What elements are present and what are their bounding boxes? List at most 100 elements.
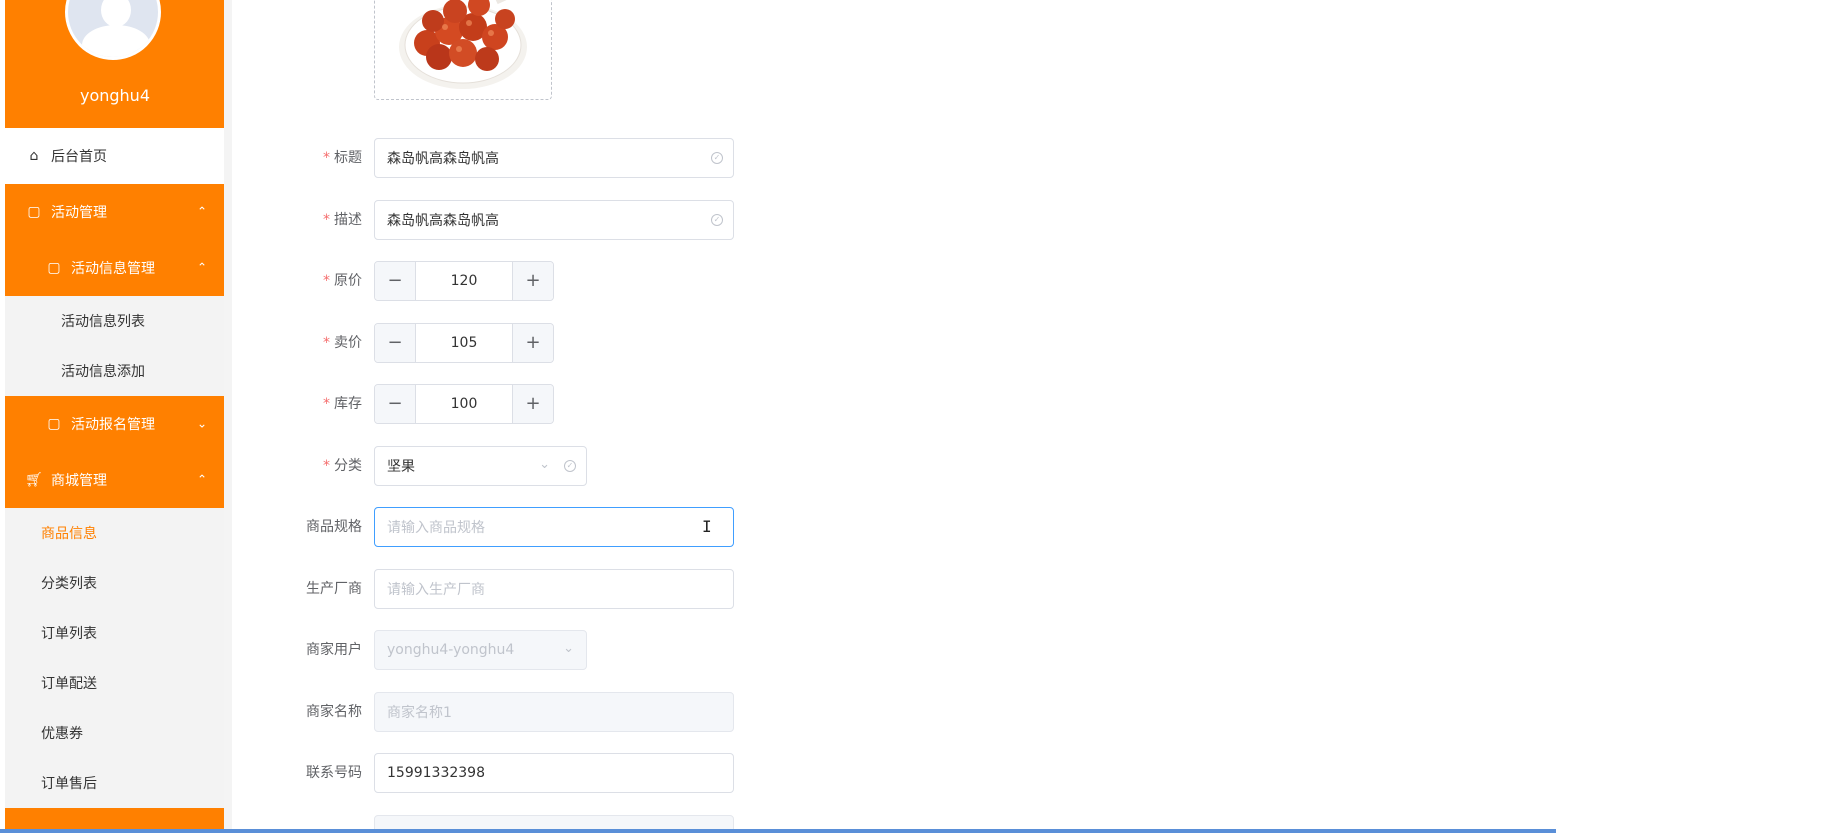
- sale-price-stepper[interactable]: − 105 +: [374, 323, 554, 363]
- valid-check-icon: ✓: [711, 152, 723, 164]
- sidebar-item-label: 商城管理: [51, 473, 107, 489]
- phone-value: 15991332398: [387, 765, 485, 781]
- home-icon: ⌂: [29, 148, 39, 164]
- sidebar-item-label: 商品信息: [41, 526, 97, 542]
- sidebar-item-home[interactable]: ⌂ 后台首页: [5, 128, 225, 184]
- required-mark: *: [323, 335, 330, 351]
- chevron-up-icon: [197, 204, 207, 218]
- description-value: 森岛帆高森岛帆高: [387, 213, 499, 229]
- phone-label: 联系号码: [306, 765, 362, 781]
- required-mark: *: [323, 150, 330, 166]
- required-mark: *: [323, 458, 330, 474]
- manufacturer-label: 生产厂商: [306, 581, 362, 597]
- spec-label: 商品规格: [306, 519, 362, 535]
- original-price-stepper[interactable]: − 120 +: [374, 261, 554, 301]
- original-price-row: * 原价 − 120 +: [232, 261, 1032, 301]
- manufacturer-row: 生产厂商 请输入生产厂商: [232, 569, 1032, 609]
- title-input[interactable]: 森岛帆高森岛帆高 ✓: [374, 138, 734, 178]
- sidebar: yonghu4 ⌂ 后台首页 ▢ 活动管理 ▢ 活动信息管理 活动信息列表 活动…: [0, 0, 232, 833]
- category-label-text: 分类: [334, 458, 362, 474]
- sidebar-item-activity-info-list[interactable]: 活动信息列表: [5, 296, 225, 346]
- chevron-down-icon: ⌄: [563, 641, 574, 656]
- valid-check-icon: ✓: [711, 214, 723, 226]
- avatar[interactable]: [65, 0, 161, 60]
- sidebar-item-order-list[interactable]: 订单列表: [5, 608, 225, 658]
- text-cursor-icon: I: [702, 517, 712, 536]
- decrement-button[interactable]: −: [375, 324, 416, 362]
- original-price-label-text: 原价: [334, 273, 362, 289]
- merchant-user-select: yonghu4-yonghu4 ⌄: [374, 630, 587, 670]
- user-block: yonghu4: [5, 0, 225, 128]
- bottom-scroll-indicator: [0, 829, 1556, 833]
- increment-button[interactable]: +: [512, 324, 553, 362]
- decrement-button[interactable]: −: [375, 385, 416, 423]
- sale-price-value[interactable]: 105: [416, 324, 512, 362]
- stock-value[interactable]: 100: [416, 385, 512, 423]
- manufacturer-placeholder: 请输入生产厂商: [387, 582, 485, 598]
- merchant-name-label: 商家名称: [306, 704, 362, 720]
- sidebar-item-after-sales[interactable]: 订单售后: [5, 758, 225, 808]
- decrement-button[interactable]: −: [375, 262, 416, 300]
- stock-stepper[interactable]: − 100 +: [374, 384, 554, 424]
- required-mark: *: [323, 212, 330, 228]
- image-upload[interactable]: [374, 0, 552, 100]
- manufacturer-input[interactable]: 请输入生产厂商: [374, 569, 734, 609]
- description-input[interactable]: 森岛帆高森岛帆高 ✓: [374, 200, 734, 240]
- category-value: 坚果: [387, 459, 415, 475]
- sidebar-divider: [224, 0, 232, 833]
- sidebar-item-label: 活动信息添加: [61, 364, 145, 380]
- sidebar-item-label: 后台首页: [51, 149, 107, 165]
- chevron-up-icon: [197, 472, 207, 486]
- original-price-value[interactable]: 120: [416, 262, 512, 300]
- category-select[interactable]: 坚果 ⌄ ✓: [374, 446, 587, 486]
- description-label: * 描述: [232, 200, 362, 240]
- sidebar-item-order-delivery[interactable]: 订单配送: [5, 658, 225, 708]
- sidebar-item-mall-management[interactable]: 🛒︎ 商城管理: [5, 452, 225, 508]
- sale-price-row: * 卖价 − 105 +: [232, 323, 1032, 363]
- sidebar-item-label: 活动报名管理: [71, 417, 155, 433]
- description-label-text: 描述: [334, 212, 362, 228]
- required-mark: *: [323, 273, 330, 289]
- title-label-text: 标题: [334, 150, 362, 166]
- sale-price-label-text: 卖价: [334, 335, 362, 351]
- title-value: 森岛帆高森岛帆高: [387, 151, 499, 167]
- sidebar-item-activity-signup-management[interactable]: ▢ 活动报名管理: [5, 396, 225, 452]
- valid-check-icon: ✓: [564, 460, 576, 472]
- document-icon: ▢: [47, 416, 61, 432]
- sidebar-item-coupon[interactable]: 优惠券: [5, 708, 225, 758]
- sidebar-item-label: 活动信息管理: [71, 261, 155, 277]
- original-price-label: * 原价: [232, 261, 362, 301]
- merchant-name-value: 商家名称1: [387, 705, 452, 721]
- product-form: * 标题 森岛帆高森岛帆高 ✓ * 描述 森岛帆高森岛帆高 ✓ * 原价 − 120 …: [232, 0, 1838, 833]
- merchant-user-value: yonghu4-yonghu4: [387, 642, 515, 658]
- stock-label-text: 库存: [334, 396, 362, 412]
- title-row: * 标题 森岛帆高森岛帆高 ✓: [232, 138, 1032, 178]
- sidebar-menu: yonghu4 ⌂ 后台首页 ▢ 活动管理 ▢ 活动信息管理 活动信息列表 活动…: [5, 0, 225, 833]
- sidebar-item-label: 订单配送: [41, 676, 97, 692]
- increment-button[interactable]: +: [512, 262, 553, 300]
- description-row: * 描述 森岛帆高森岛帆高 ✓: [232, 200, 1032, 240]
- username: yonghu4: [79, 86, 150, 105]
- chevron-down-icon: ⌄: [539, 457, 550, 472]
- spec-input[interactable]: 请输入商品规格: [374, 507, 734, 547]
- sidebar-item-activity-info-management[interactable]: ▢ 活动信息管理: [5, 240, 225, 296]
- sidebar-item-label: 优惠券: [41, 726, 83, 742]
- spec-placeholder: 请输入商品规格: [387, 520, 485, 536]
- merchant-user-row: 商家用户 yonghu4-yonghu4 ⌄: [232, 630, 1032, 670]
- title-label: * 标题: [232, 138, 362, 178]
- sidebar-item-product-info[interactable]: 商品信息: [5, 508, 225, 558]
- sidebar-item-activity-info-add[interactable]: 活动信息添加: [5, 346, 225, 396]
- phone-row: 联系号码 15991332398: [232, 753, 1032, 793]
- required-mark: *: [323, 396, 330, 412]
- stock-label: * 库存: [232, 384, 362, 424]
- sidebar-item-label: 活动信息列表: [61, 314, 145, 330]
- sidebar-item-category-list[interactable]: 分类列表: [5, 558, 225, 608]
- merchant-user-label: 商家用户: [306, 642, 362, 658]
- increment-button[interactable]: +: [512, 385, 553, 423]
- merchant-name-input: 商家名称1: [374, 692, 734, 732]
- sidebar-item-activity-management[interactable]: ▢ 活动管理: [5, 184, 225, 240]
- phone-input[interactable]: 15991332398: [374, 753, 734, 793]
- spec-row: 商品规格 请输入商品规格: [232, 507, 1032, 547]
- cart-icon: 🛒︎: [25, 472, 43, 488]
- stock-row: * 库存 − 100 +: [232, 384, 1032, 424]
